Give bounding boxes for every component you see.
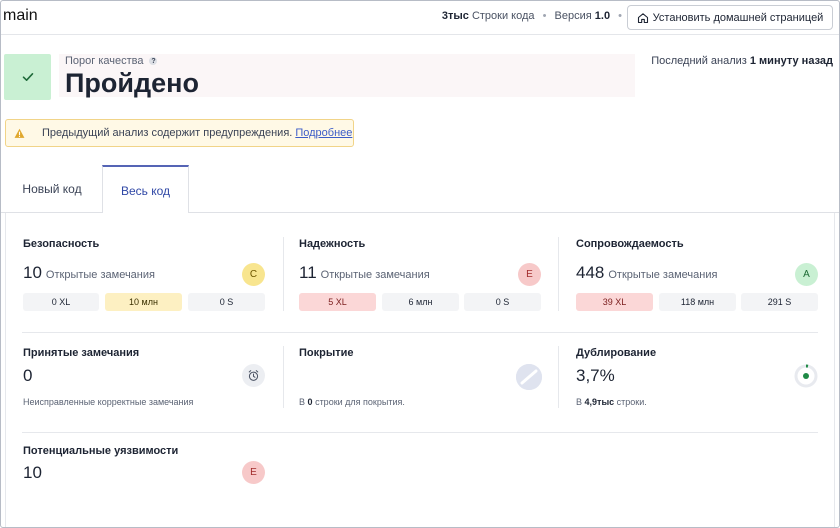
quality-gate-status-icon <box>4 54 51 100</box>
metric-title: Принятые замечания <box>23 347 140 359</box>
version-label: Версия <box>554 10 592 22</box>
quality-gate-label-text: Порог качества <box>65 55 144 67</box>
separator-dot: • <box>618 10 622 22</box>
analysis-warning-banner: Предыдущий анализ содержит предупреждени… <box>5 119 354 147</box>
severity-pill[interactable]: 291 S <box>741 293 818 311</box>
issue-count-label: Открытые замечания <box>608 269 718 281</box>
lines-of-code-label: Строки кода <box>471 10 535 22</box>
issue-count-label: Открытые замечания <box>320 269 430 281</box>
last-analysis-label: Последний анализ <box>651 55 747 67</box>
note-value: 4,9тыс <box>584 397 615 407</box>
metric-value[interactable]: 10 <box>23 463 42 483</box>
set-home-button[interactable]: Установить домашней страницей <box>627 5 833 30</box>
metric-title: Надежность <box>299 238 366 250</box>
window-frame: main 3тыс Строки кода • Версия 1.0 • Уст… <box>0 0 840 528</box>
note-suffix: строки. <box>616 397 647 407</box>
severity-pill[interactable]: 0 S <box>464 293 541 311</box>
quality-gate-status: Пройдено <box>65 68 199 98</box>
note-prefix: В <box>299 397 306 407</box>
divider <box>22 332 818 333</box>
divider <box>283 237 284 311</box>
severity-pill[interactable]: 118 млн <box>659 293 736 311</box>
duplication-chart-icon <box>793 363 819 389</box>
tab-overall-code[interactable]: Весь код <box>102 165 189 214</box>
metric-note: В 4,9тыс строки. <box>576 397 647 407</box>
project-header: main 3тыс Строки кода • Версия 1.0 • Уст… <box>1 1 839 35</box>
metric-value[interactable]: 448 Открытые замечания <box>576 263 717 283</box>
severity-pill[interactable]: 5 XL <box>299 293 376 311</box>
note-value: 0 <box>307 397 313 407</box>
code-scope-tabs: Новый код Весь код <box>1 165 839 214</box>
divider <box>283 346 284 408</box>
metric-title: Сопровождаемость <box>576 238 684 250</box>
divider <box>558 346 559 408</box>
warning-text: Предыдущий анализ содержит предупреждени… <box>42 127 293 139</box>
metric-value[interactable]: 10 Открытые замечания <box>23 263 155 283</box>
severity-pill[interactable]: 10 млн <box>105 293 182 311</box>
warning-details-link[interactable]: Подробнее <box>295 127 352 139</box>
note-suffix: строки для покрытия. <box>315 397 405 407</box>
tab-new-code[interactable]: Новый код <box>5 165 99 213</box>
metric-note: В 0 строки для покрытия. <box>299 397 405 407</box>
warning-icon <box>14 128 25 138</box>
lines-of-code-value: 3тыс <box>441 10 469 22</box>
rating-badge[interactable]: E <box>518 263 541 286</box>
issue-count: 11 <box>299 263 317 282</box>
metric-title: Потенциальные уязвимости <box>23 445 179 457</box>
separator-dot: • <box>542 10 547 22</box>
metric-title: Покрытие <box>299 347 354 359</box>
quality-gate-label: Порог качества ? <box>65 55 158 67</box>
coverage-chart-icon <box>516 364 542 390</box>
last-analysis-value: 1 минуту назад <box>749 55 833 67</box>
issue-count: 10 <box>23 263 42 282</box>
home-icon <box>637 12 648 23</box>
severity-pill[interactable]: 0 XL <box>23 293 99 311</box>
note-prefix: В <box>576 397 583 407</box>
metrics-panel: Безопасность 10 Открытые замечания C 0 XL… <box>5 213 835 527</box>
metric-value[interactable]: 11 Открытые замечания <box>299 263 430 283</box>
divider <box>22 432 818 433</box>
set-home-button-label: Установить домашней страницей <box>652 11 824 24</box>
version-value: 1.0 <box>594 10 611 22</box>
severity-pill[interactable]: 0 S <box>188 293 265 311</box>
help-icon[interactable]: ? <box>149 57 158 65</box>
issue-count: 448 <box>576 263 605 282</box>
project-meta: 3тыс Строки кода • Версия 1.0 • <box>442 10 627 22</box>
issue-count-label: Открытые замечания <box>45 269 155 281</box>
clock-icon <box>242 364 265 387</box>
metric-note: Неисправленные корректные замечания <box>23 397 194 407</box>
metric-title: Дублирование <box>576 347 657 359</box>
severity-pill[interactable]: 39 XL <box>576 293 653 311</box>
rating-badge[interactable]: A <box>795 263 818 286</box>
metric-title: Безопасность <box>23 238 100 250</box>
rating-badge[interactable]: C <box>242 263 265 286</box>
metric-value[interactable]: 3,7% <box>576 366 615 386</box>
severity-pill[interactable]: 6 млн <box>382 293 459 311</box>
branch-name: main <box>3 7 38 24</box>
check-icon <box>22 73 33 81</box>
divider <box>558 237 559 311</box>
rating-badge[interactable]: E <box>242 461 265 484</box>
metric-value[interactable]: 0 <box>23 366 32 386</box>
last-analysis: Последний анализ 1 минуту назад <box>651 55 833 67</box>
